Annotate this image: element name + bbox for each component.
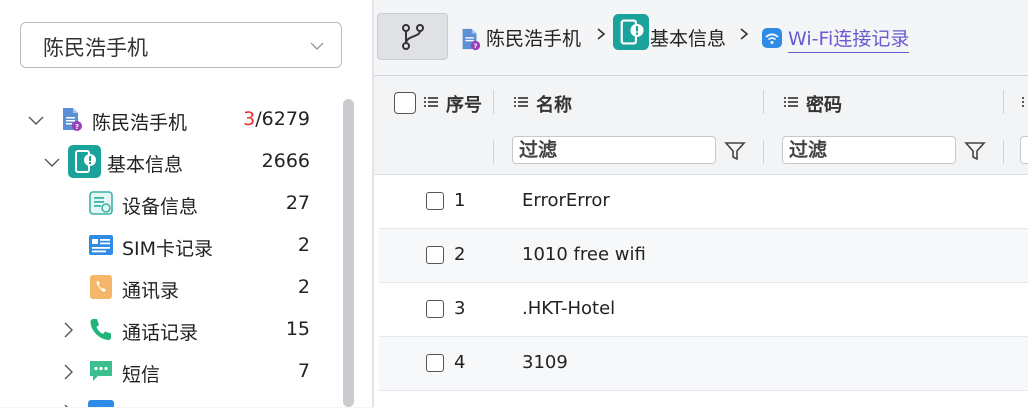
column-header-password[interactable]: 密码 — [806, 91, 842, 117]
column-header-index[interactable]: 序号 — [446, 91, 482, 117]
tree-item-label: 陈民浩手机 — [92, 112, 188, 134]
chevron-right-icon[interactable] — [60, 364, 76, 380]
tree-item-call-log[interactable]: 通话记录 15 — [0, 310, 330, 350]
table-row[interactable]: 1 ErrorError — [379, 175, 1028, 229]
folder-icon — [88, 400, 114, 407]
tree-scrollbar[interactable] — [343, 99, 354, 407]
tree-item-count: 15 — [285, 318, 310, 340]
table-row[interactable]: 4 3109 — [379, 337, 1028, 391]
password-filter-input[interactable]: 过滤 — [782, 136, 956, 164]
column-header-name[interactable]: 名称 — [536, 91, 572, 117]
column-divider — [493, 140, 494, 164]
branch-view-button[interactable] — [377, 13, 448, 60]
tree-item-partial[interactable] — [0, 394, 330, 407]
row-checkbox[interactable] — [426, 192, 444, 210]
column-resize-handle[interactable] — [493, 90, 494, 114]
grid-header-row: 序号 名称 密码 — [374, 76, 1028, 129]
name-filter-input[interactable]: 过滤 — [512, 136, 716, 164]
chevron-right-icon — [597, 28, 606, 40]
next-column-filter-input[interactable] — [1020, 136, 1028, 164]
chevron-right-icon — [740, 28, 749, 40]
tree-item-label: 通讯录 — [122, 280, 180, 302]
tree-item-label: 通话记录 — [122, 322, 199, 344]
column-menu-icon[interactable] — [514, 96, 528, 108]
phone-report-icon: ? — [63, 108, 82, 131]
sms-icon — [90, 361, 112, 381]
basic-info-icon — [613, 14, 649, 50]
row-checkbox[interactable] — [426, 246, 444, 264]
chevron-down-icon[interactable] — [44, 154, 60, 170]
case-tree-panel: 陈民浩手机 ? 陈民浩手机 3/6279 基本信息 2666 设备信息 27 S… — [0, 0, 372, 407]
row-checkbox[interactable] — [426, 300, 444, 318]
row-name: ErrorError — [522, 190, 610, 211]
breadcrumb-item-case[interactable]: 陈民浩手机 — [486, 24, 581, 51]
row-name: .HKT-Hotel — [522, 298, 616, 319]
tree-item-count: 7 — [297, 360, 310, 382]
column-resize-handle[interactable] — [1003, 90, 1004, 114]
git-branch-icon — [402, 24, 424, 50]
wifi-records-grid: 序号 名称 密码 过滤 过滤 1 ErrorError 2 1010 free … — [374, 75, 1028, 408]
column-divider — [1003, 140, 1004, 164]
column-menu-icon[interactable] — [1022, 96, 1028, 108]
tree-item-sim-records[interactable]: SIM卡记录 2 — [0, 226, 330, 266]
tree-item-label: 短信 — [122, 364, 161, 386]
breadcrumb-item-basic-info[interactable]: 基本信息 — [650, 24, 726, 51]
row-index: 1 — [454, 190, 466, 211]
table-row[interactable]: 2 1010 free wifi — [379, 229, 1028, 283]
breadcrumb-basic-info-icon — [613, 14, 649, 50]
row-index: 4 — [454, 352, 466, 373]
filter-icon[interactable] — [724, 140, 746, 162]
column-menu-icon[interactable] — [424, 96, 438, 108]
select-all-checkbox[interactable] — [394, 92, 416, 114]
tree-item-sms[interactable]: 短信 7 — [0, 352, 330, 392]
row-name: 1010 free wifi — [522, 244, 646, 265]
tree-item-count: 27 — [285, 192, 310, 214]
table-row[interactable]: 3 .HKT-Hotel — [379, 283, 1028, 337]
phone-report-icon: ? — [462, 28, 481, 50]
grid-filter-row: 过滤 过滤 — [374, 128, 1028, 175]
column-divider — [763, 140, 764, 164]
tree-item-count: 2 — [297, 276, 310, 298]
device-dropdown-value: 陈民浩手机 — [43, 36, 148, 60]
tree-item-label: 设备信息 — [122, 196, 199, 218]
row-index: 3 — [454, 298, 466, 319]
breadcrumb-item-wifi-log[interactable]: Wi-Fi连接记录 — [788, 24, 910, 53]
device-info-icon — [89, 191, 113, 215]
chevron-down-icon[interactable] — [28, 112, 44, 128]
tree-item-label: 基本信息 — [107, 154, 184, 176]
row-index: 2 — [454, 244, 466, 265]
device-dropdown[interactable]: 陈民浩手机 — [20, 22, 342, 68]
svg-text:?: ? — [75, 123, 79, 131]
chevron-right-icon[interactable] — [60, 322, 76, 338]
row-checkbox[interactable] — [426, 354, 444, 372]
tree-item-device-info[interactable]: 设备信息 27 — [0, 184, 330, 224]
column-resize-handle[interactable] — [763, 90, 764, 114]
column-menu-icon[interactable] — [784, 96, 798, 108]
wifi-icon — [762, 28, 782, 48]
phone-call-icon — [90, 319, 111, 340]
contacts-icon — [90, 275, 112, 299]
row-name: 3109 — [522, 352, 568, 373]
chevron-down-icon — [310, 42, 324, 50]
tree-item-label: SIM卡记录 — [122, 238, 214, 260]
tree-item-case-root[interactable]: ? 陈民浩手机 3/6279 — [0, 100, 330, 140]
tree-item-basic-info[interactable]: 基本信息 2666 — [0, 142, 330, 182]
tree-item-count: 2666 — [261, 150, 310, 172]
tree-item-contacts[interactable]: 通讯录 2 — [0, 268, 330, 308]
sim-card-icon — [89, 235, 113, 255]
filter-icon[interactable] — [964, 140, 986, 162]
tree-item-count: 2 — [297, 234, 310, 256]
basic-info-icon — [68, 145, 101, 178]
breadcrumb-case-icon: ? — [458, 26, 482, 52]
tree-item-count: 3/6279 — [243, 108, 310, 130]
svg-text:?: ? — [474, 42, 478, 50]
